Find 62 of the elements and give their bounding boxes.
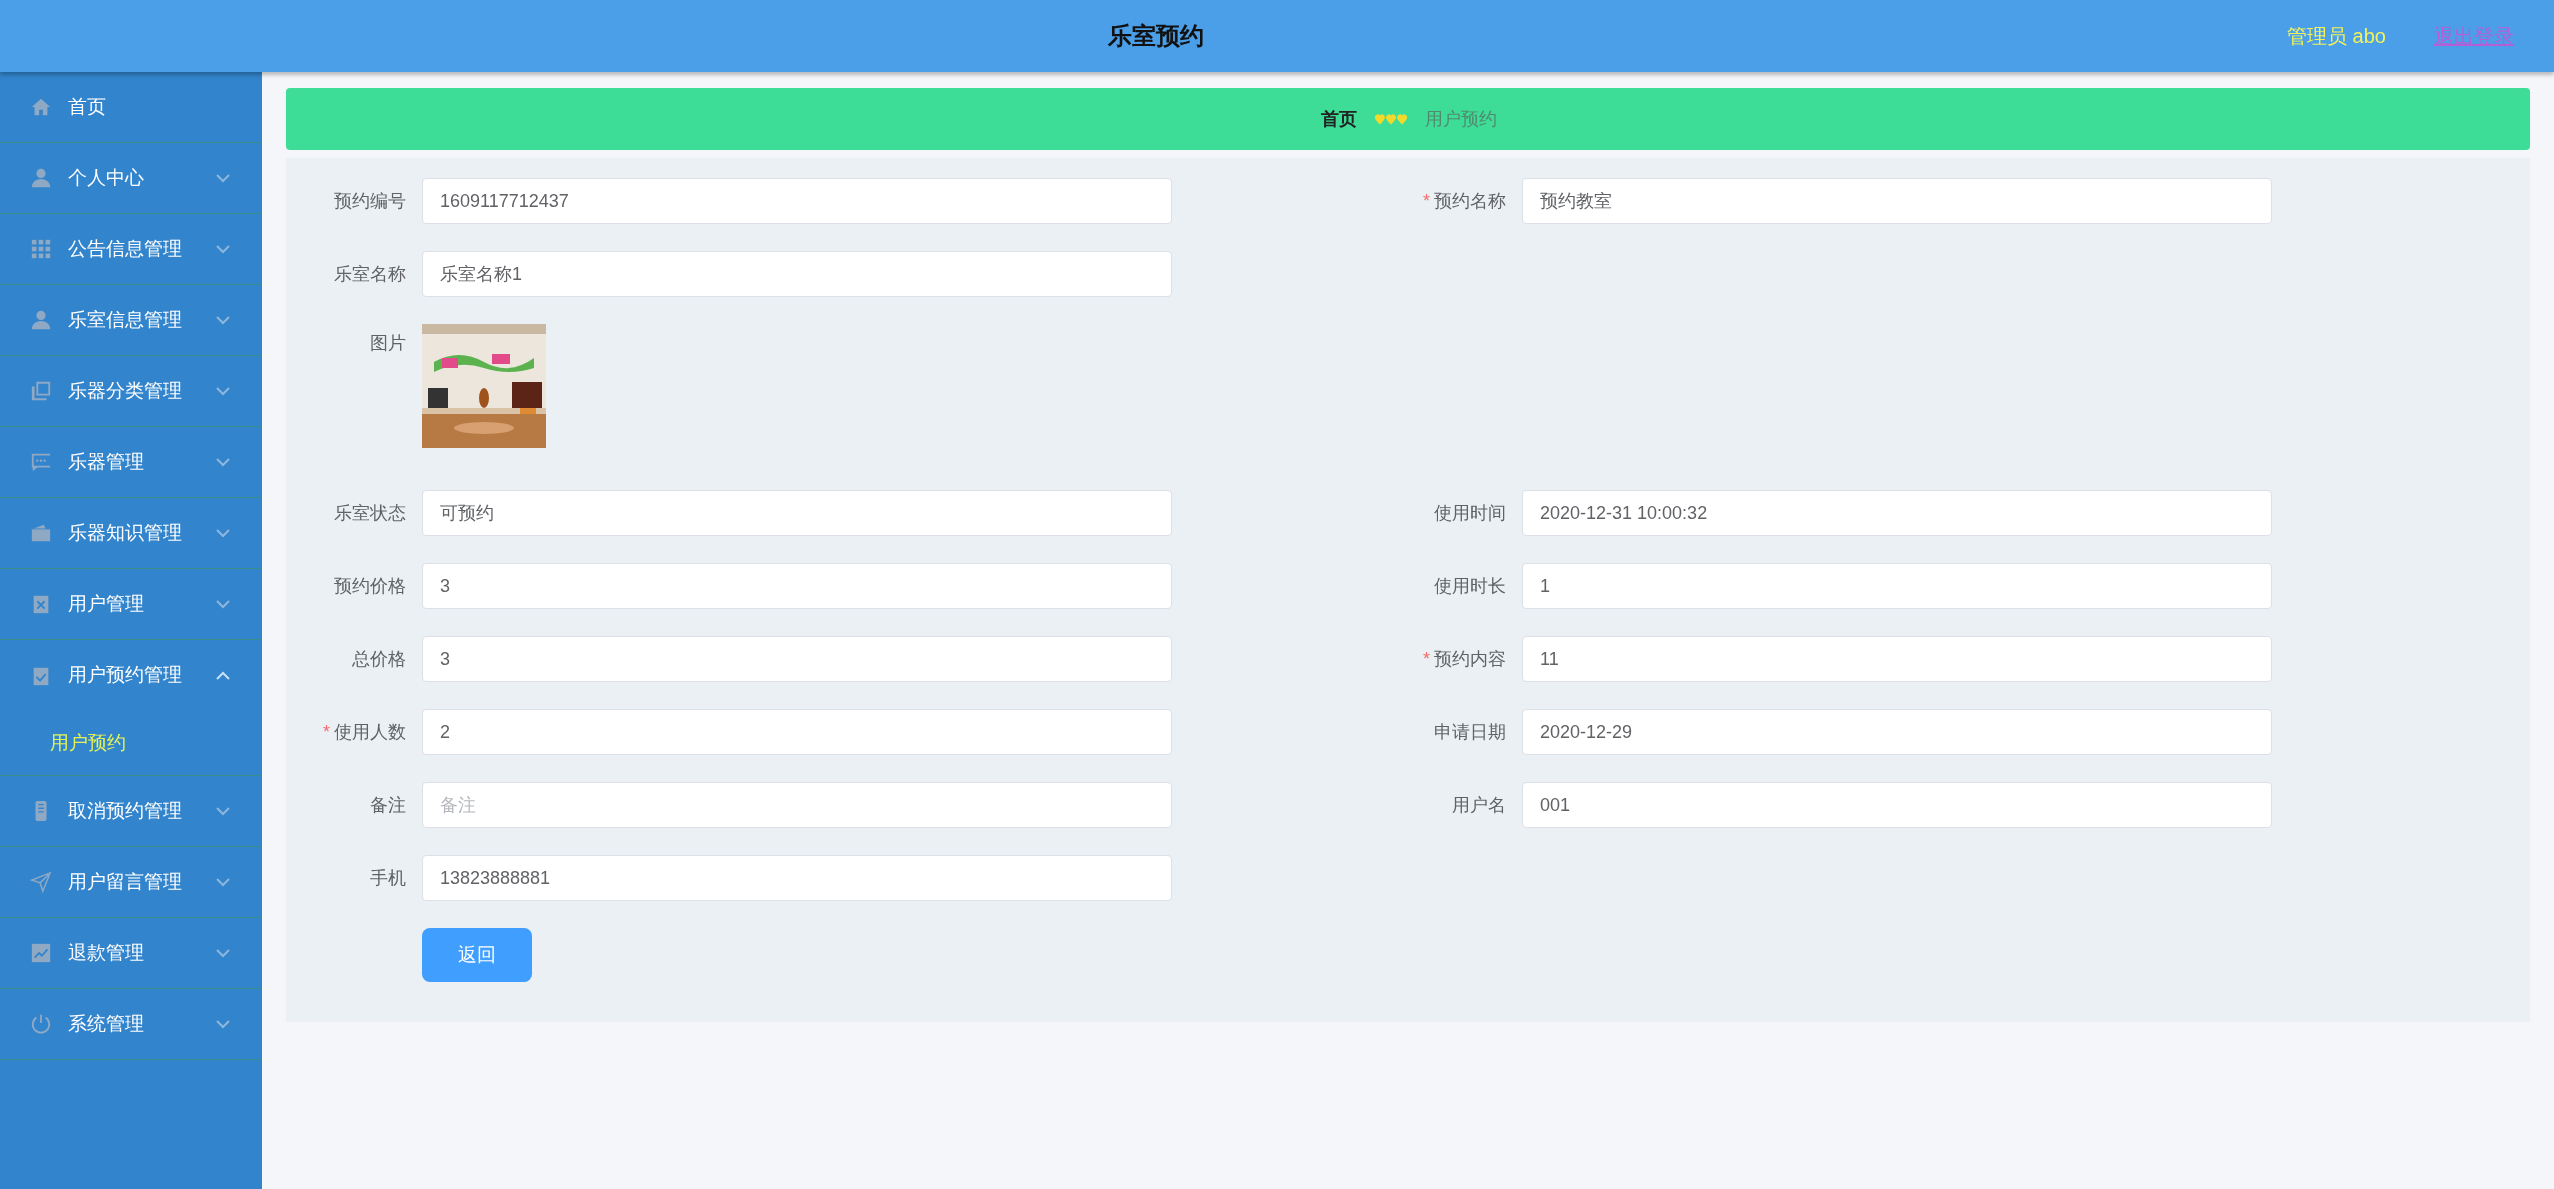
field-label: 乐室状态 bbox=[334, 502, 406, 523]
sidebar-item[interactable]: 用户留言管理 bbox=[0, 847, 262, 918]
field-label: 用户名 bbox=[1452, 794, 1506, 815]
required-asterisk: * bbox=[1423, 190, 1430, 211]
user-label: 管理员 abo bbox=[2287, 24, 2386, 49]
input-field[interactable]: 2020-12-31 10:00:32 bbox=[1522, 490, 2272, 536]
input-field[interactable]: 2020-12-29 bbox=[1522, 709, 2272, 755]
sidebar-item[interactable]: 乐器知识管理 bbox=[0, 498, 262, 569]
sidebar-item[interactable]: 退款管理 bbox=[0, 918, 262, 989]
field-label: 手机 bbox=[370, 867, 406, 888]
required-asterisk: * bbox=[1423, 648, 1430, 669]
input-field[interactable]: 备注 bbox=[422, 782, 1172, 828]
breadcrumb-link[interactable]: 用户预约 bbox=[1425, 105, 1497, 133]
chat-icon bbox=[30, 451, 52, 473]
field-label: 乐室名称 bbox=[334, 263, 406, 284]
sidebar-item[interactable]: 乐器分类管理 bbox=[0, 356, 262, 427]
sidebar-item[interactable]: 公告信息管理 bbox=[0, 214, 262, 285]
field-label: 申请日期 bbox=[1434, 721, 1506, 742]
field-label: 总价格 bbox=[352, 648, 406, 669]
submenu-item[interactable]: 用户预约 bbox=[0, 711, 262, 775]
input-field[interactable]: 11 bbox=[1522, 636, 2272, 682]
field-label: 使用时长 bbox=[1434, 575, 1506, 596]
person-icon bbox=[30, 167, 52, 189]
required-asterisk: * bbox=[323, 721, 330, 742]
sidebar-item[interactable]: 首页 bbox=[0, 72, 262, 143]
input-field[interactable]: 预约教室 bbox=[1522, 178, 2272, 224]
field-label: 预约名称 bbox=[1434, 190, 1506, 211]
sidebar-item[interactable]: 个人中心 bbox=[0, 143, 262, 214]
breadcrumb-link[interactable]: 首页 bbox=[1321, 105, 1357, 133]
wallet-icon bbox=[30, 522, 52, 544]
send-icon bbox=[30, 871, 52, 893]
home-icon bbox=[30, 96, 52, 118]
copy-icon bbox=[30, 380, 52, 402]
sidebar-item[interactable]: 用户预约管理 bbox=[0, 640, 262, 711]
input-field[interactable]: 2 bbox=[422, 709, 1172, 755]
field-label: 备注 bbox=[370, 794, 406, 815]
input-field[interactable]: 可预约 bbox=[422, 490, 1172, 536]
sidebar-item[interactable]: 乐器管理 bbox=[0, 427, 262, 498]
field-label: 预约内容 bbox=[1434, 648, 1506, 669]
input-field[interactable]: 乐室名称1 bbox=[422, 251, 1172, 297]
field-label: 图片 bbox=[370, 333, 406, 353]
hearts-separator-icon bbox=[1373, 112, 1409, 126]
sidebar-item[interactable]: 系统管理 bbox=[0, 989, 262, 1060]
power-icon bbox=[30, 1013, 52, 1035]
input-field[interactable]: 001 bbox=[1522, 782, 2272, 828]
app-title: 乐室预约 bbox=[1107, 22, 1204, 49]
input-field[interactable]: 13823888881 bbox=[422, 855, 1172, 901]
person-icon bbox=[30, 309, 52, 331]
input-field[interactable]: 1 bbox=[1522, 563, 2272, 609]
sidebar-item[interactable]: 乐室信息管理 bbox=[0, 285, 262, 356]
back-button[interactable]: 返回 bbox=[422, 928, 532, 982]
field-label: 预约价格 bbox=[334, 575, 406, 596]
field-label: 预约编号 bbox=[334, 190, 406, 211]
input-field[interactable]: 3 bbox=[422, 563, 1172, 609]
chart-icon bbox=[30, 942, 52, 964]
grid-icon bbox=[30, 238, 52, 260]
field-label: 使用时间 bbox=[1434, 502, 1506, 523]
sidebar-item[interactable]: 取消预约管理 bbox=[0, 776, 262, 847]
input-field[interactable]: 1609117712437 bbox=[422, 178, 1172, 224]
field-label: 使用人数 bbox=[334, 721, 406, 742]
input-field[interactable]: 3 bbox=[422, 636, 1172, 682]
sidebar-item[interactable]: 用户管理 bbox=[0, 569, 262, 640]
